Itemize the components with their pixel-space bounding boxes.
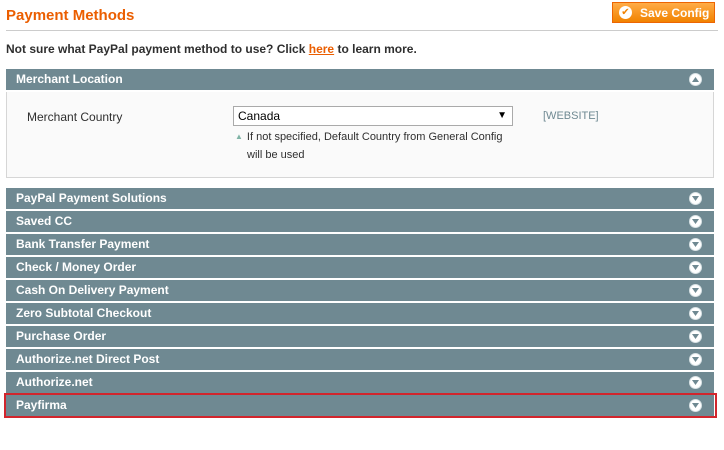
section-title: Authorize.net Direct Post [16,352,160,366]
merchant-location-fieldset: Merchant Country Canada ▼ ▲ If not specif… [6,92,714,178]
section-title: Authorize.net [16,375,93,389]
paypal-help-notice: Not sure what PayPal payment method to u… [6,42,417,56]
expand-down-icon[interactable] [689,376,702,389]
expand-down-icon[interactable] [689,215,702,228]
hint-line-2: will be used [247,149,305,161]
section-title: Saved CC [16,214,73,228]
section-title: Cash On Delivery Payment [16,283,169,297]
section-header-authorize-net[interactable]: Authorize.net [6,372,714,393]
save-config-button[interactable]: ✔ Save Config [612,2,715,23]
section-header-bank-transfer-payment[interactable]: Bank Transfer Payment [6,234,714,255]
section-header-merchant-location[interactable]: Merchant Location [6,69,714,90]
collapse-up-icon[interactable] [689,73,702,86]
section-header-paypal-payment-solutions[interactable]: PayPal Payment Solutions [6,188,714,209]
section-header-purchase-order[interactable]: Purchase Order [6,326,714,347]
section-title: Payfirma [16,398,67,412]
scope-label: [WEBSITE] [543,110,599,122]
expand-down-icon[interactable] [689,353,702,366]
section-header-zero-subtotal-checkout[interactable]: Zero Subtotal Checkout [6,303,714,324]
section-header-saved-cc[interactable]: Saved CC [6,211,714,232]
checkmark-circle-icon: ✔ [619,6,632,19]
expand-down-icon[interactable] [689,192,702,205]
merchant-country-select[interactable]: Canada ▼ [233,106,513,126]
section-title: PayPal Payment Solutions [16,191,167,205]
dropdown-arrow-icon: ▼ [497,110,507,121]
notice-text-after: to learn more. [334,42,417,56]
expand-down-icon[interactable] [689,307,702,320]
merchant-country-label: Merchant Country [27,110,123,124]
title-divider [6,30,718,31]
section-title: Purchase Order [16,329,107,343]
save-config-label: Save Config [640,5,710,20]
section-header-payfirma[interactable]: Payfirma [6,395,714,416]
expand-down-icon[interactable] [689,238,702,251]
notice-text-before: Not sure what PayPal payment method to u… [6,42,309,56]
hint-line-1: If not specified, Default Country from G… [246,131,503,143]
section-header-authorize-net-direct-post[interactable]: Authorize.net Direct Post [6,349,714,370]
triangle-up-icon: ▲ [235,132,243,141]
section-title: Bank Transfer Payment [16,237,150,251]
section-title: Zero Subtotal Checkout [16,306,152,320]
merchant-country-value: Canada [238,109,281,123]
section-header-cash-on-delivery[interactable]: Cash On Delivery Payment [6,280,714,301]
learn-more-link[interactable]: here [309,42,334,56]
page-title: Payment Methods [6,7,135,24]
merchant-country-hint: ▲ If not specified, Default Country from … [233,128,513,164]
expand-down-icon[interactable] [689,284,702,297]
section-header-check-money-order[interactable]: Check / Money Order [6,257,714,278]
section-title: Check / Money Order [16,260,137,274]
expand-down-icon[interactable] [689,261,702,274]
section-title: Merchant Location [16,72,123,86]
expand-down-icon[interactable] [689,399,702,412]
expand-down-icon[interactable] [689,330,702,343]
